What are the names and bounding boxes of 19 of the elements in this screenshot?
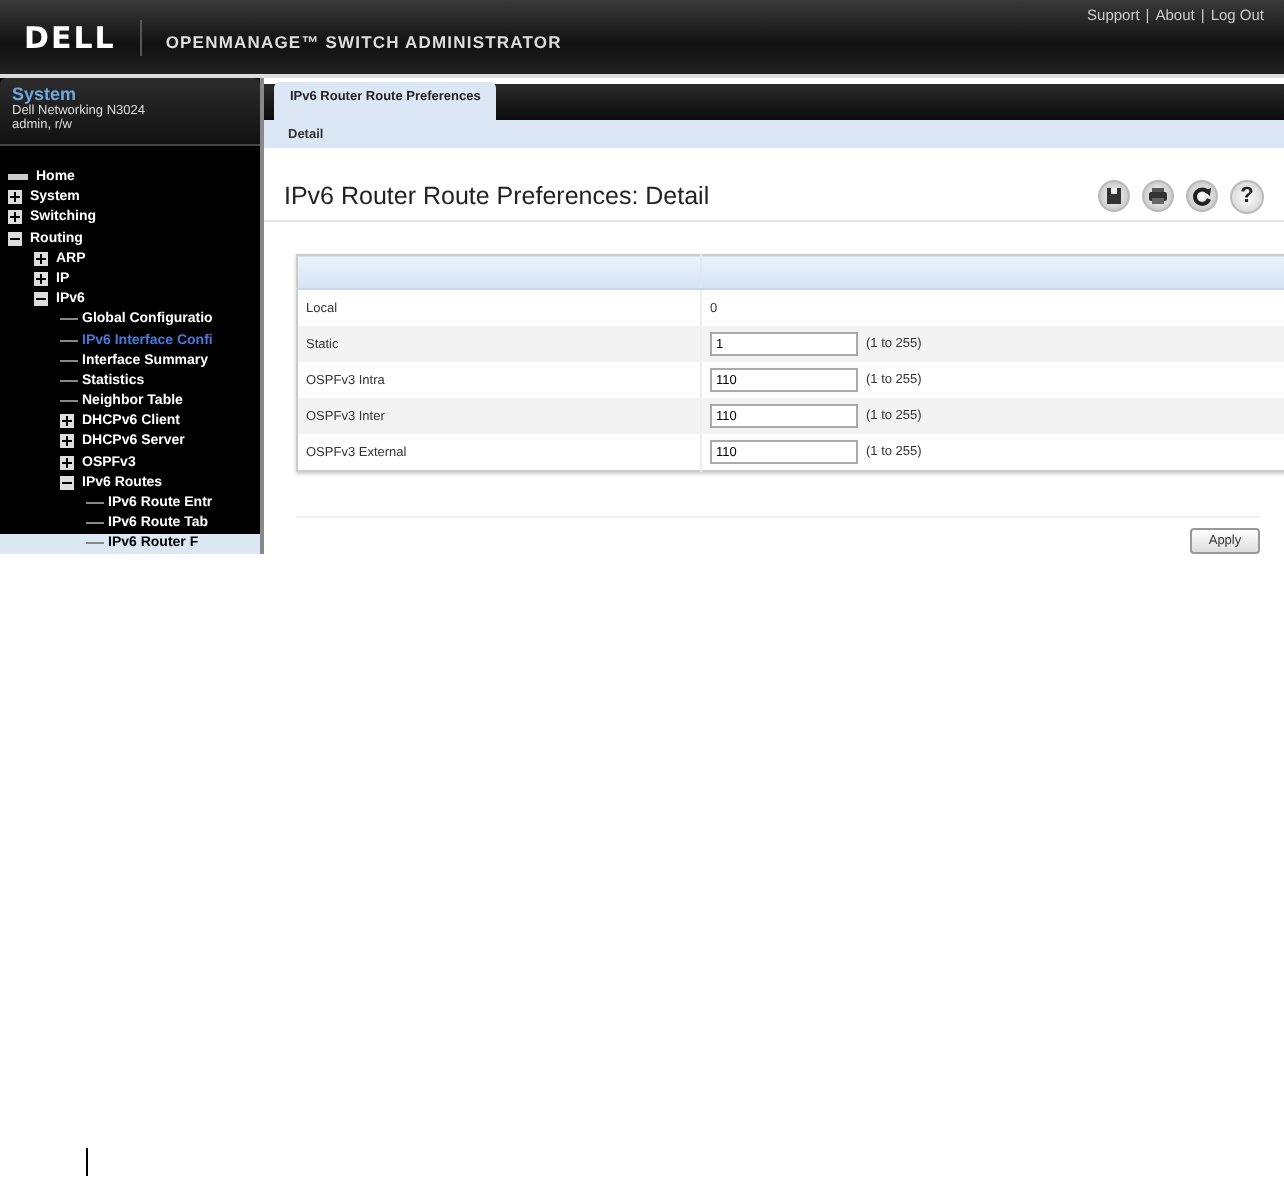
expand-icon[interactable] — [60, 414, 74, 429]
save-icon[interactable] — [1098, 179, 1130, 212]
refresh-icon[interactable] — [1186, 179, 1218, 212]
page-title: IPv6 Router Route Preferences: Detail — [284, 182, 710, 211]
expand-icon[interactable] — [8, 210, 22, 225]
brand-logo: DELL — [24, 19, 142, 55]
app-title: OPENMANAGE™ SWITCH ADMINISTRATOR — [165, 31, 562, 51]
expand-icon[interactable] — [60, 434, 74, 449]
collapse-icon[interactable] — [8, 231, 22, 246]
system-title: System — [12, 84, 79, 104]
expand-icon[interactable] — [60, 455, 74, 470]
expand-icon[interactable] — [34, 271, 48, 286]
help-icon[interactable]: ? — [1230, 179, 1264, 214]
home-icon — [8, 174, 28, 181]
expand-icon[interactable] — [34, 251, 48, 266]
print-icon[interactable] — [1142, 179, 1174, 212]
collapse-icon[interactable] — [34, 292, 48, 307]
collapse-icon[interactable] — [60, 475, 74, 490]
expand-icon[interactable] — [8, 190, 22, 205]
